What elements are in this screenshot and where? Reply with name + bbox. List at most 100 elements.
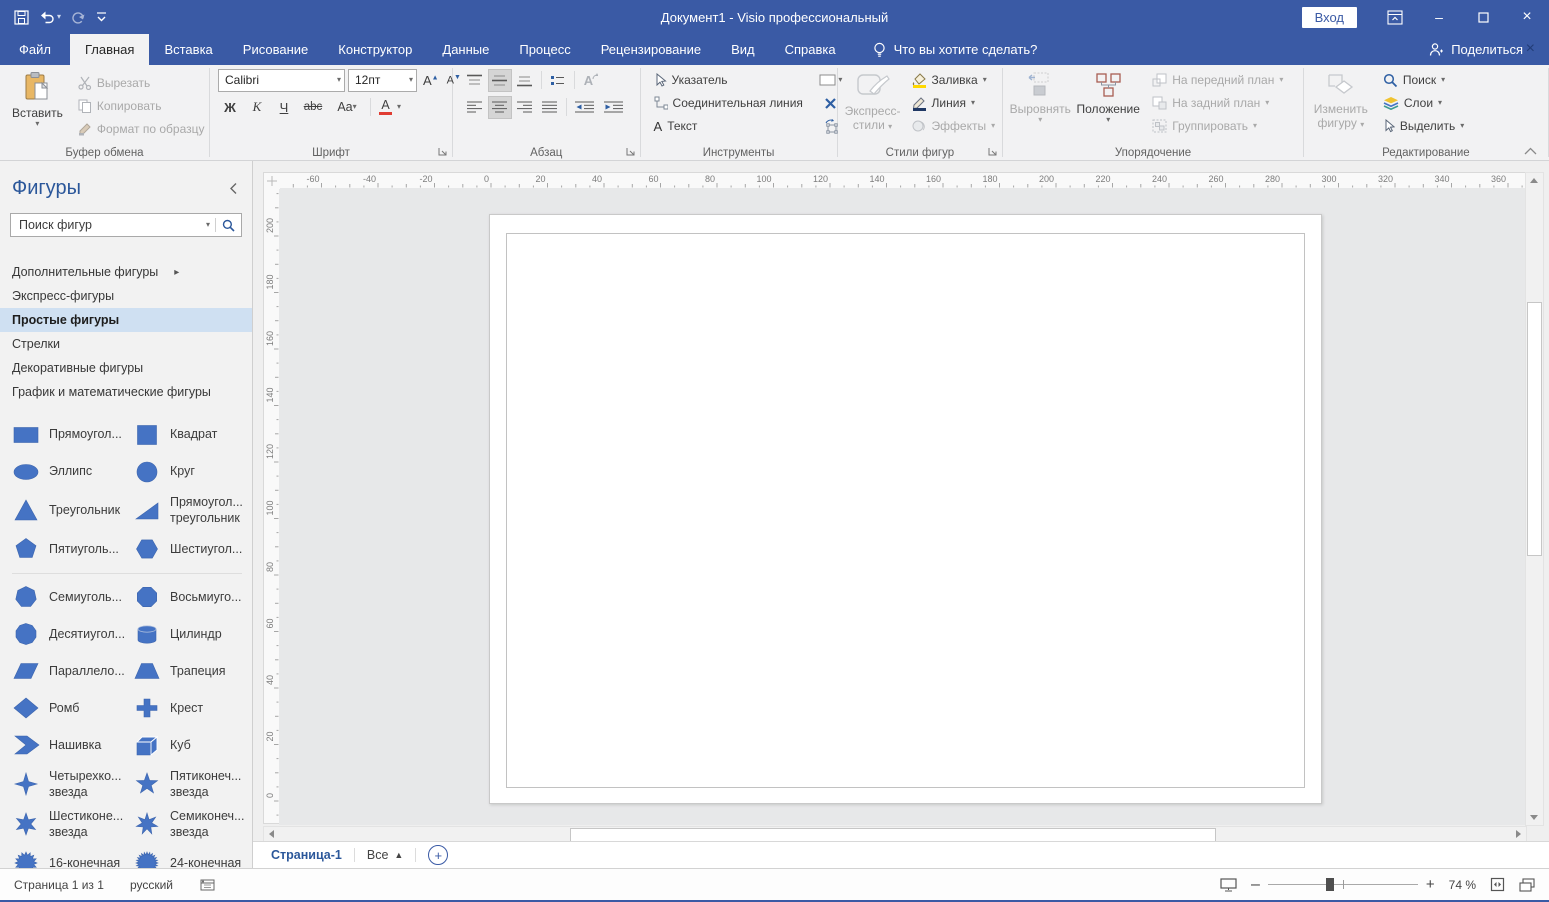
justify-button[interactable] [538,96,562,119]
close-button[interactable]: × [1505,0,1549,34]
tab-review[interactable]: Рецензирование [586,34,716,65]
find-button[interactable]: Поиск▾ [1378,69,1469,91]
tell-me-box[interactable]: Что вы хотите сделать? [873,34,1038,65]
sign-in-button[interactable]: Вход [1302,7,1357,28]
shape-hexagon[interactable]: Шестиугол... [127,531,248,568]
format-painter-button[interactable]: Формат по образцу [73,118,210,140]
align-left-button[interactable] [463,96,487,119]
shape-trapezoid[interactable]: Трапеция [127,653,248,690]
zoom-slider-thumb[interactable] [1326,878,1334,891]
dialog-launcher-shape-styles[interactable] [986,145,999,158]
shape-rectangle[interactable]: Прямоугол... [6,416,127,453]
ribbon-display-options-icon[interactable] [1373,0,1417,34]
shape-decagon[interactable]: Десятиугол... [6,616,127,653]
shape-parallelogram[interactable]: Параллело... [6,653,127,690]
shape-triangle[interactable]: Треугольник [6,490,127,531]
align-middle-button[interactable] [488,69,512,92]
shape-ellipse[interactable]: Эллипс [6,453,127,490]
collapse-panel-icon[interactable] [229,182,240,195]
tab-file[interactable]: Файл [0,34,70,65]
shape-heptagon[interactable]: Семиуголь... [6,579,127,616]
shape-octagon[interactable]: Восьмиуго... [127,579,248,616]
copy-button[interactable]: Копировать [73,95,210,117]
shape-star5[interactable]: Пятиконеч...звезда [127,764,248,805]
shape-search-input[interactable] [17,217,201,233]
position-button[interactable]: Положение ▾ [1073,68,1143,124]
underline-button[interactable]: Ч [272,96,296,119]
connection-point-tool-button[interactable] [824,92,837,114]
horizontal-scroll-thumb[interactable] [570,828,1216,842]
send-to-back-button[interactable]: На задний план▾ [1147,92,1288,114]
strikethrough-button[interactable]: abc [299,96,327,119]
group-button[interactable]: Группировать▾ [1147,115,1288,137]
zoom-in-button[interactable]: + [1426,876,1435,893]
shape-square[interactable]: Квадрат [127,416,248,453]
effects-button[interactable]: Эффекты▾ [906,115,1001,137]
category-math[interactable]: График и математические фигуры [0,380,252,404]
search-dropdown-caret-icon[interactable]: ▾ [201,221,215,229]
fit-page-icon[interactable] [1490,877,1505,892]
presentation-mode-icon[interactable] [1220,878,1237,892]
page-tab[interactable]: Страница-1 [271,848,342,862]
drawing-page[interactable] [489,214,1322,804]
shape-circle[interactable]: Круг [127,453,248,490]
change-shape-button[interactable]: Изменитьфигуру ▾ [1308,68,1374,131]
tab-process[interactable]: Процесс [504,34,585,65]
selection-rotate-tool-button[interactable] [823,115,839,137]
dialog-launcher-font[interactable] [436,145,449,158]
shape-star4[interactable]: Четырехко...звезда [6,764,127,805]
shape-chevron[interactable]: Нашивка [6,727,127,764]
add-page-button[interactable]: + [428,845,448,865]
shape-right-triangle[interactable]: Прямоугол...треугольник [127,490,248,531]
bullets-button[interactable] [546,69,570,92]
customize-qat-icon[interactable] [96,11,107,23]
page-indicator[interactable]: Страница 1 из 1 [14,878,104,892]
align-bottom-button[interactable] [513,69,537,92]
align-top-button[interactable] [463,69,487,92]
text-rotate-button[interactable]: A [579,69,603,92]
pointer-tool-button[interactable]: Указатель [649,69,808,91]
category-basic[interactable]: Простые фигуры [0,308,252,332]
font-color-caret-icon[interactable]: ▾ [397,103,401,111]
increase-indent-button[interactable] [600,96,628,119]
macro-record-icon[interactable] [199,878,215,891]
shape-cube[interactable]: Куб [127,727,248,764]
tab-design[interactable]: Конструктор [323,34,427,65]
align-right-button[interactable] [513,96,537,119]
shape-pentagon[interactable]: Пятиуголь... [6,531,127,568]
switch-windows-icon[interactable] [1519,878,1535,892]
scroll-right-icon[interactable] [1511,827,1526,841]
vertical-scroll-thumb[interactable] [1527,302,1542,556]
zoom-level[interactable]: 74 % [1449,878,1476,892]
shape-cylinder[interactable]: Цилиндр [127,616,248,653]
italic-button[interactable]: К [245,96,269,119]
shape-star16[interactable]: 16-конечная [6,845,127,869]
tab-home[interactable]: Главная [70,34,149,65]
undo-button[interactable]: ▾ [39,10,61,24]
quick-styles-button[interactable]: Экспресс-стили ▾ [842,68,904,133]
font-color-button[interactable]: А [377,98,394,116]
shape-star6[interactable]: Шестиконе...звезда [6,804,127,845]
redo-icon[interactable] [71,10,86,24]
dialog-launcher-paragraph[interactable] [624,145,637,158]
shape-diamond[interactable]: Ромб [6,690,127,727]
tab-draw[interactable]: Рисование [228,34,323,65]
shape-star24[interactable]: 24-конечная [127,845,248,869]
scroll-down-icon[interactable] [1526,810,1541,825]
grow-font-button[interactable]: А▲ [420,73,442,88]
tabrow-close-icon[interactable]: × [1526,40,1535,58]
language-indicator[interactable]: русский [130,878,173,892]
change-case-button[interactable]: Aa▾ [330,96,364,119]
fill-button[interactable]: Заливка▾ [906,69,1001,91]
zoom-slider-track[interactable] [1268,884,1418,885]
layers-button[interactable]: Слои▾ [1378,92,1469,114]
scroll-up-icon[interactable] [1526,173,1541,188]
search-magnifier-icon[interactable] [216,219,241,232]
minimize-button[interactable]: – [1417,0,1461,34]
save-icon[interactable] [14,10,29,25]
maximize-button[interactable] [1461,0,1505,34]
tab-help[interactable]: Справка [770,34,851,65]
align-button[interactable]: Выровнять ▾ [1007,68,1073,124]
decrease-indent-button[interactable] [571,96,599,119]
shape-cross[interactable]: Крест [127,690,248,727]
